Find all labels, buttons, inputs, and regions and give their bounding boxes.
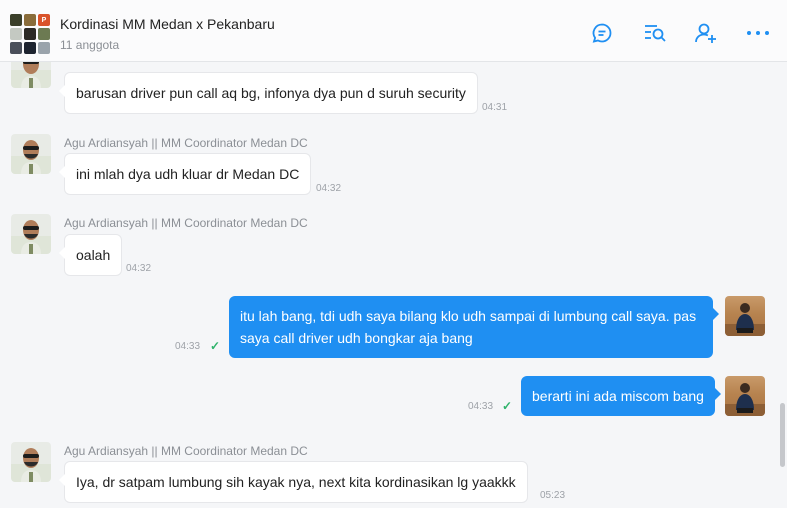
message-time: 04:33 (468, 401, 494, 412)
message-time: 05:23 (540, 490, 566, 501)
message-time: 04:31 (482, 102, 508, 113)
message-time: 04:32 (126, 263, 152, 274)
avatar[interactable] (11, 134, 51, 174)
message-line: saya call driver udh bongkar aja bang (240, 330, 473, 346)
message-list[interactable]: barusan driver pun call aq bg, infonya d… (0, 62, 787, 508)
message-bubble[interactable]: itu lah bang, tdi udh saya bilang klo ud… (229, 296, 719, 358)
sender-name: Agu Ardiansyah || MM Coordinator Medan D… (64, 216, 308, 230)
member-thumbnail (24, 28, 36, 40)
chat-header: P Kordinasi MM Medan x Pekanbaru 11 angg… (0, 0, 787, 62)
read-check-icon: ✓ (210, 339, 221, 353)
member-thumbnail (10, 42, 22, 54)
member-thumbnail (10, 14, 22, 26)
group-avatar[interactable]: P (10, 14, 50, 54)
message-bubble[interactable]: oalah (58, 234, 123, 276)
member-thumbnail (10, 28, 22, 40)
read-check-icon: ✓ (502, 399, 513, 413)
member-thumbnail (24, 14, 36, 26)
message-bubble[interactable]: Iya, dr satpam lumbung sih kayak nya, ne… (59, 461, 528, 503)
avatar[interactable] (11, 62, 51, 88)
member-thumbnail (38, 28, 50, 40)
more-icon[interactable] (745, 20, 771, 46)
member-thumbnail (38, 42, 50, 54)
chat-bubble-icon[interactable] (589, 20, 615, 46)
add-member-icon[interactable] (693, 20, 719, 46)
scrollbar-thumb[interactable] (780, 403, 785, 467)
search-list-icon[interactable] (642, 20, 668, 46)
message-time: 04:33 (175, 341, 201, 352)
avatar[interactable] (725, 376, 765, 416)
member-thumbnail: P (38, 14, 50, 26)
sender-name: Agu Ardiansyah || MM Coordinator Medan D… (64, 444, 308, 458)
member-thumbnail (24, 42, 36, 54)
message-time: 04:32 (316, 183, 342, 194)
message-bubble[interactable]: ini mlah dya udh kluar dr Medan DC (58, 153, 312, 195)
avatar[interactable] (725, 296, 765, 336)
avatar[interactable] (11, 442, 51, 482)
avatar[interactable] (11, 214, 51, 254)
chat-title[interactable]: Kordinasi MM Medan x Pekanbaru (60, 16, 275, 32)
member-count[interactable]: 11 anggota (60, 38, 119, 52)
sender-name: Agu Ardiansyah || MM Coordinator Medan D… (64, 136, 308, 150)
message-line: itu lah bang, tdi udh saya bilang klo ud… (240, 308, 697, 324)
message-bubble[interactable]: berarti ini ada miscom bang (521, 376, 721, 416)
message-bubble[interactable]: barusan driver pun call aq bg, infonya d… (59, 72, 478, 114)
